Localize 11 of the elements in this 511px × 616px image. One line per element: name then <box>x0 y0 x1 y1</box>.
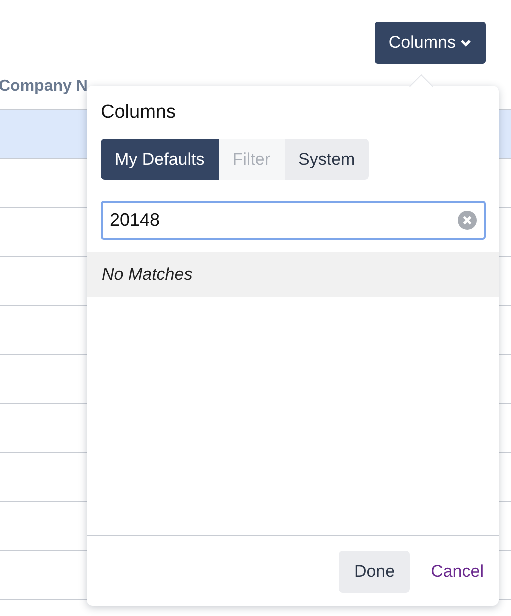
chevron-down-icon <box>460 38 472 48</box>
columns-button[interactable]: Columns <box>374 22 486 64</box>
search-field[interactable]: 20148 <box>101 201 486 240</box>
clear-icon[interactable] <box>458 211 477 230</box>
cancel-link[interactable]: Cancel <box>431 562 484 582</box>
empty-message: No Matches <box>102 264 193 284</box>
done-button[interactable]: Done <box>339 551 410 593</box>
tab[interactable]: System <box>284 139 370 180</box>
column-header[interactable]: Company N <box>0 78 88 96</box>
tab[interactable]: My Defaults <box>101 139 219 180</box>
popover-title: Columns <box>101 101 177 125</box>
